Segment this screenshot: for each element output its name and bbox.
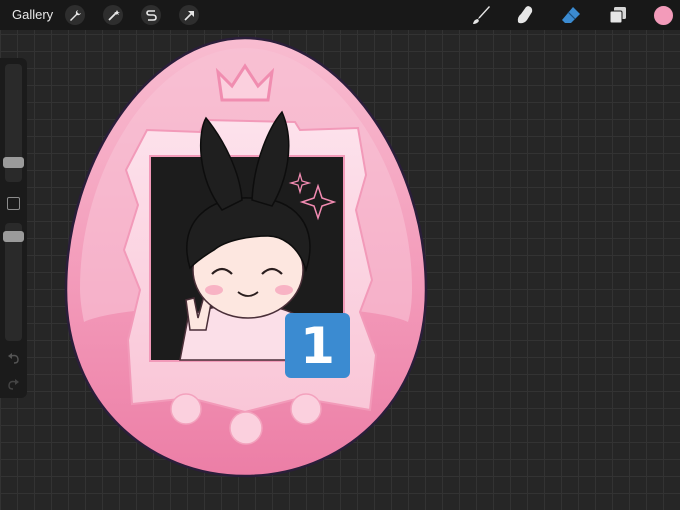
selection-s-icon <box>145 9 157 21</box>
layers-icon <box>609 7 626 24</box>
wrench-icon <box>69 9 81 21</box>
brush-size-thumb[interactable] <box>3 157 24 168</box>
brush-size-slider[interactable] <box>3 64 24 182</box>
number-badge: 1 <box>285 313 350 378</box>
character-blush-left <box>205 285 223 295</box>
canvas-artwork[interactable] <box>0 0 680 510</box>
opacity-thumb[interactable] <box>3 231 24 242</box>
selection-button[interactable] <box>141 5 161 25</box>
color-picker-button[interactable] <box>653 5 674 26</box>
redo-icon[interactable] <box>7 378 20 391</box>
layers-button[interactable] <box>607 4 629 26</box>
actions-button[interactable] <box>65 5 85 25</box>
smudge-button[interactable] <box>514 4 536 26</box>
undo-icon[interactable] <box>7 352 20 365</box>
transform-button[interactable] <box>179 5 199 25</box>
device-button-right <box>290 393 322 425</box>
brush-icon <box>473 6 490 24</box>
smudge-finger-icon <box>517 6 533 24</box>
brush-button[interactable] <box>470 4 492 26</box>
magic-wand-icon <box>107 9 120 21</box>
eraser-button[interactable] <box>560 4 582 26</box>
modify-button[interactable] <box>7 197 20 210</box>
arrow-cursor-icon <box>183 10 194 21</box>
left-sidebar <box>0 58 27 398</box>
opacity-slider[interactable] <box>3 223 24 341</box>
adjustments-button[interactable] <box>103 5 123 25</box>
gallery-button[interactable]: Gallery <box>12 7 53 22</box>
device-button-middle <box>229 411 263 445</box>
eraser-icon <box>562 7 580 23</box>
character-blush-right <box>275 285 293 295</box>
top-toolbar: Gallery <box>0 0 680 30</box>
device-button-left <box>170 393 202 425</box>
